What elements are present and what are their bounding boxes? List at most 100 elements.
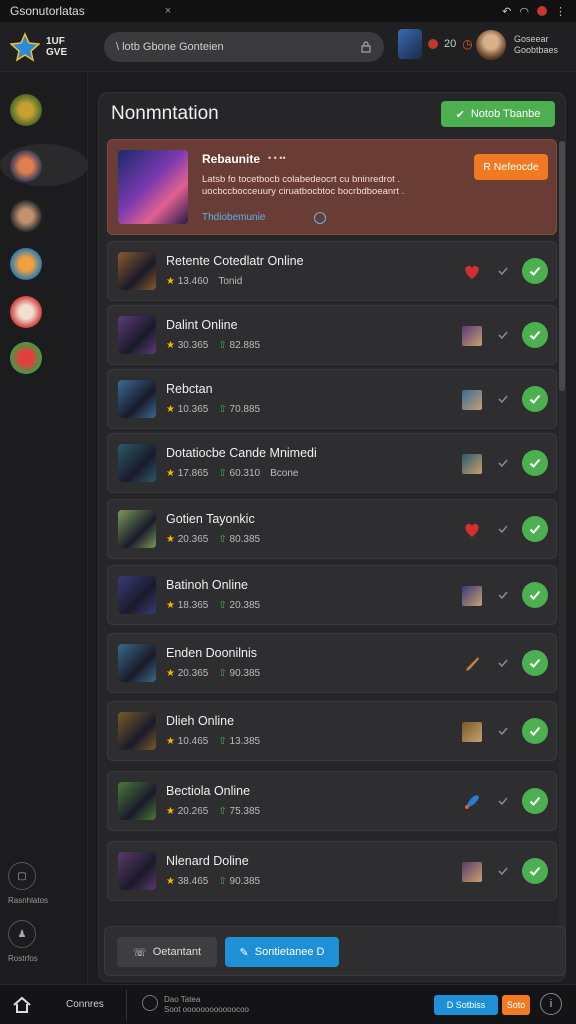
menu-icon[interactable]: ⋮	[555, 5, 566, 18]
friend-avatar[interactable]	[398, 29, 422, 59]
list-item[interactable]: Retente Cotedlatr Online ★ 13.460 Tonid	[107, 241, 557, 301]
heart-icon[interactable]	[462, 520, 482, 540]
game-name: Gotien Tayonkic	[166, 512, 255, 526]
secondary-action-label: Oetantant	[152, 946, 202, 958]
trend-up-icon: ⇧	[218, 876, 230, 887]
reply-icon[interactable]	[496, 724, 510, 738]
list-item[interactable]: Dlieh Online ★ 10.465 ⇧ 13.385	[107, 701, 557, 761]
featured-notification[interactable]: Rebaunite • • •• Latsb fo tocetbocb cola…	[107, 139, 557, 235]
user-avatar[interactable]	[476, 30, 506, 60]
rocket-icon[interactable]	[462, 792, 482, 812]
list-item[interactable]: Gotien Tayonkic ★ 20.365 ⇧ 80.385	[107, 499, 557, 559]
check-button[interactable]	[522, 450, 548, 476]
sidebar-bottom-item-1[interactable]: ▢ Rasnhlatos	[8, 862, 68, 905]
list-item[interactable]: Enden Doonilnis ★ 20.365 ⇧ 90.385	[107, 633, 557, 693]
sidebar-item-profile-2[interactable]	[10, 200, 42, 232]
sidebar-item-profile-4[interactable]	[10, 296, 42, 328]
window-tab-title[interactable]: Gsonutorlatas	[10, 4, 85, 18]
sidebar-item-games[interactable]	[10, 94, 42, 126]
tab-close-icon[interactable]: ×	[165, 5, 171, 17]
sidebar-bottom-label-1: Rasnhlatos	[8, 896, 49, 905]
primary-action-button[interactable]: ✎ Sontietanee D	[225, 937, 339, 967]
info-icon[interactable]	[314, 212, 326, 224]
footer-info-line1: Dao Tatea	[164, 995, 201, 1004]
reply-icon[interactable]	[496, 656, 510, 670]
game-thumbnail	[118, 252, 156, 290]
game-thumbnail	[118, 782, 156, 820]
character-thumb-icon[interactable]	[462, 722, 482, 742]
reply-icon[interactable]	[496, 328, 510, 342]
rating-value: 10.365	[177, 404, 209, 415]
check-button[interactable]	[522, 650, 548, 676]
secondary-value: 60.310	[229, 468, 261, 479]
featured-game-image	[118, 150, 188, 224]
scrollbar-thumb[interactable]	[559, 141, 565, 391]
notification-dot-icon[interactable]	[537, 6, 547, 16]
rating-value: 13.460	[177, 276, 209, 287]
list-item[interactable]: Dalint Online ★ 30.365 ⇧ 82.885	[107, 305, 557, 365]
user-profile[interactable]: Goseear Goobtbaes	[476, 30, 558, 60]
check-button[interactable]	[522, 386, 548, 412]
list-item[interactable]: Batinoh Online ★ 18.365 ⇧ 20.385	[107, 565, 557, 625]
extra-stat: Bcone	[270, 468, 299, 479]
character-thumb-icon[interactable]	[462, 390, 482, 410]
secondary-action-button[interactable]: ☏ Oetantant	[117, 937, 217, 967]
rating-stat: ★ 10.365	[166, 404, 208, 415]
mark-all-label: Notob Tbanbe	[470, 108, 541, 120]
check-button[interactable]	[522, 322, 548, 348]
check-icon	[529, 458, 541, 468]
check-button[interactable]	[522, 788, 548, 814]
checkmark-icon: ✔	[455, 108, 465, 121]
back-icon[interactable]: ↶	[502, 5, 511, 18]
notification-badge-icon[interactable]	[428, 39, 438, 49]
sidebar-item-profile-1[interactable]	[10, 150, 42, 182]
footer-label[interactable]: Connres	[66, 999, 104, 1010]
mark-all-button[interactable]: ✔ Notob Tbanbe	[441, 101, 555, 127]
list-item[interactable]: Bectiola Online ★ 20.265 ⇧ 75.385	[107, 771, 557, 831]
reply-icon[interactable]	[496, 264, 510, 278]
scrollbar[interactable]	[559, 141, 565, 931]
game-thumbnail	[118, 380, 156, 418]
reply-icon[interactable]	[496, 588, 510, 602]
list-item[interactable]: Nlenard Doline ★ 38.465 ⇧ 90.385	[107, 841, 557, 901]
footer-blue-button[interactable]: D Sotbiss	[434, 995, 498, 1015]
character-thumb-icon[interactable]	[462, 326, 482, 346]
sidebar-bottom-item-2[interactable]: ♟ Rostrfos	[8, 920, 68, 963]
check-button[interactable]	[522, 516, 548, 542]
character-thumb-icon[interactable]	[462, 454, 482, 474]
check-icon	[529, 590, 541, 600]
app-logo[interactable]: 1UF GVE	[0, 22, 90, 72]
check-button[interactable]	[522, 858, 548, 884]
search-input[interactable]: \ lotb Gbone Gonteien	[104, 32, 384, 62]
reply-icon[interactable]	[496, 522, 510, 536]
help-icon[interactable]: i	[540, 993, 562, 1015]
check-button[interactable]	[522, 582, 548, 608]
reply-icon[interactable]	[496, 864, 510, 878]
game-name: Batinoh Online	[166, 578, 249, 592]
check-button[interactable]	[522, 258, 548, 284]
sidebar-item-profile-3[interactable]	[10, 248, 42, 280]
trend-up-icon: ⇧	[218, 340, 230, 351]
featured-link[interactable]: Thdiobemunie	[202, 212, 265, 223]
footer-info-line2: Soot oooooooooooocoo	[164, 1005, 249, 1014]
sidebar-item-profile-5[interactable]	[10, 342, 42, 374]
secondary-value: 90.385	[229, 876, 261, 887]
clock-icon[interactable]: ◷	[462, 37, 472, 51]
star-icon: ★	[166, 736, 178, 747]
footer-orange-button[interactable]: Soto	[502, 995, 530, 1015]
sword-icon[interactable]	[462, 654, 482, 674]
list-item[interactable]: Dotatiocbe Cande Mnimedi ★ 17.865 ⇧ 60.310…	[107, 433, 557, 493]
reply-icon[interactable]	[496, 392, 510, 406]
list-item[interactable]: Rebctan ★ 10.365 ⇧ 70.885	[107, 369, 557, 429]
home-icon[interactable]	[12, 995, 32, 1015]
reply-icon[interactable]	[496, 794, 510, 808]
game-thumbnail	[118, 444, 156, 482]
check-button[interactable]	[522, 718, 548, 744]
heart-icon[interactable]	[462, 262, 482, 282]
rating-stat: ★ 38.465	[166, 876, 208, 887]
reply-icon[interactable]	[496, 456, 510, 470]
character-thumb-icon[interactable]	[462, 586, 482, 606]
featured-action-button[interactable]: R Nefeocde	[474, 154, 548, 180]
character-thumb-icon[interactable]	[462, 862, 482, 882]
secondary-value: 20.385	[229, 600, 261, 611]
